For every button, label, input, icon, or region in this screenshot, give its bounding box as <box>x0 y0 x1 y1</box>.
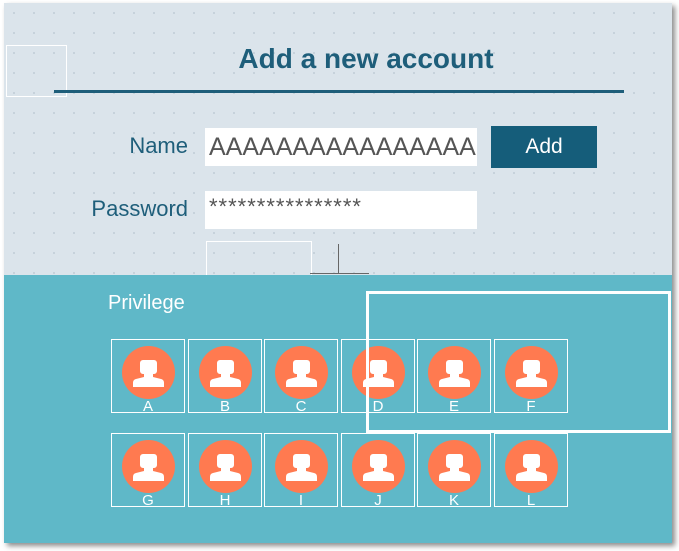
password-field[interactable]: **************** <box>205 191 477 229</box>
user-icon <box>428 440 481 493</box>
user-tile-label: L <box>526 492 536 509</box>
user-tile-label: J <box>374 492 382 509</box>
privilege-label: Privilege <box>108 292 185 314</box>
user-tile[interactable]: G <box>111 433 185 509</box>
account-form-area: Add a new account Name AAAAAAAAAAAAAAAA … <box>4 3 672 277</box>
user-icon <box>199 440 252 493</box>
user-icon <box>199 346 252 399</box>
add-button[interactable]: Add <box>491 126 597 168</box>
user-tile[interactable]: I <box>264 433 338 509</box>
empty-box <box>206 241 312 277</box>
user-tile[interactable]: K <box>417 433 491 509</box>
user-tile[interactable]: J <box>341 433 415 509</box>
user-tile-label: H <box>219 492 231 509</box>
selection-frame <box>366 291 671 433</box>
user-icon <box>122 440 175 493</box>
user-tile[interactable]: B <box>188 339 262 415</box>
user-tile[interactable]: A <box>111 339 185 415</box>
user-icon <box>275 346 328 399</box>
user-tile-label: G <box>142 492 154 509</box>
user-icon <box>122 346 175 399</box>
user-tile-label: A <box>142 398 153 415</box>
user-icon <box>505 440 558 493</box>
password-label: Password <box>91 196 188 221</box>
user-icon <box>352 440 405 493</box>
user-tile[interactable]: H <box>188 433 262 509</box>
divider-tick <box>338 244 339 274</box>
name-field[interactable]: AAAAAAAAAAAAAAAA <box>205 128 477 166</box>
user-tile[interactable]: L <box>494 433 568 509</box>
user-tile-label: K <box>448 492 459 509</box>
user-tile-label: I <box>298 492 304 509</box>
title-underline <box>54 90 624 93</box>
account-panel: Add a new account Name AAAAAAAAAAAAAAAA … <box>4 3 672 543</box>
page-title: Add a new account <box>238 43 494 74</box>
user-icon <box>275 440 328 493</box>
divider-line <box>310 273 369 274</box>
user-tile[interactable]: C <box>264 339 338 415</box>
name-label: Name <box>129 133 188 158</box>
user-tile-label: B <box>219 398 230 415</box>
user-tile-label: C <box>295 398 307 415</box>
